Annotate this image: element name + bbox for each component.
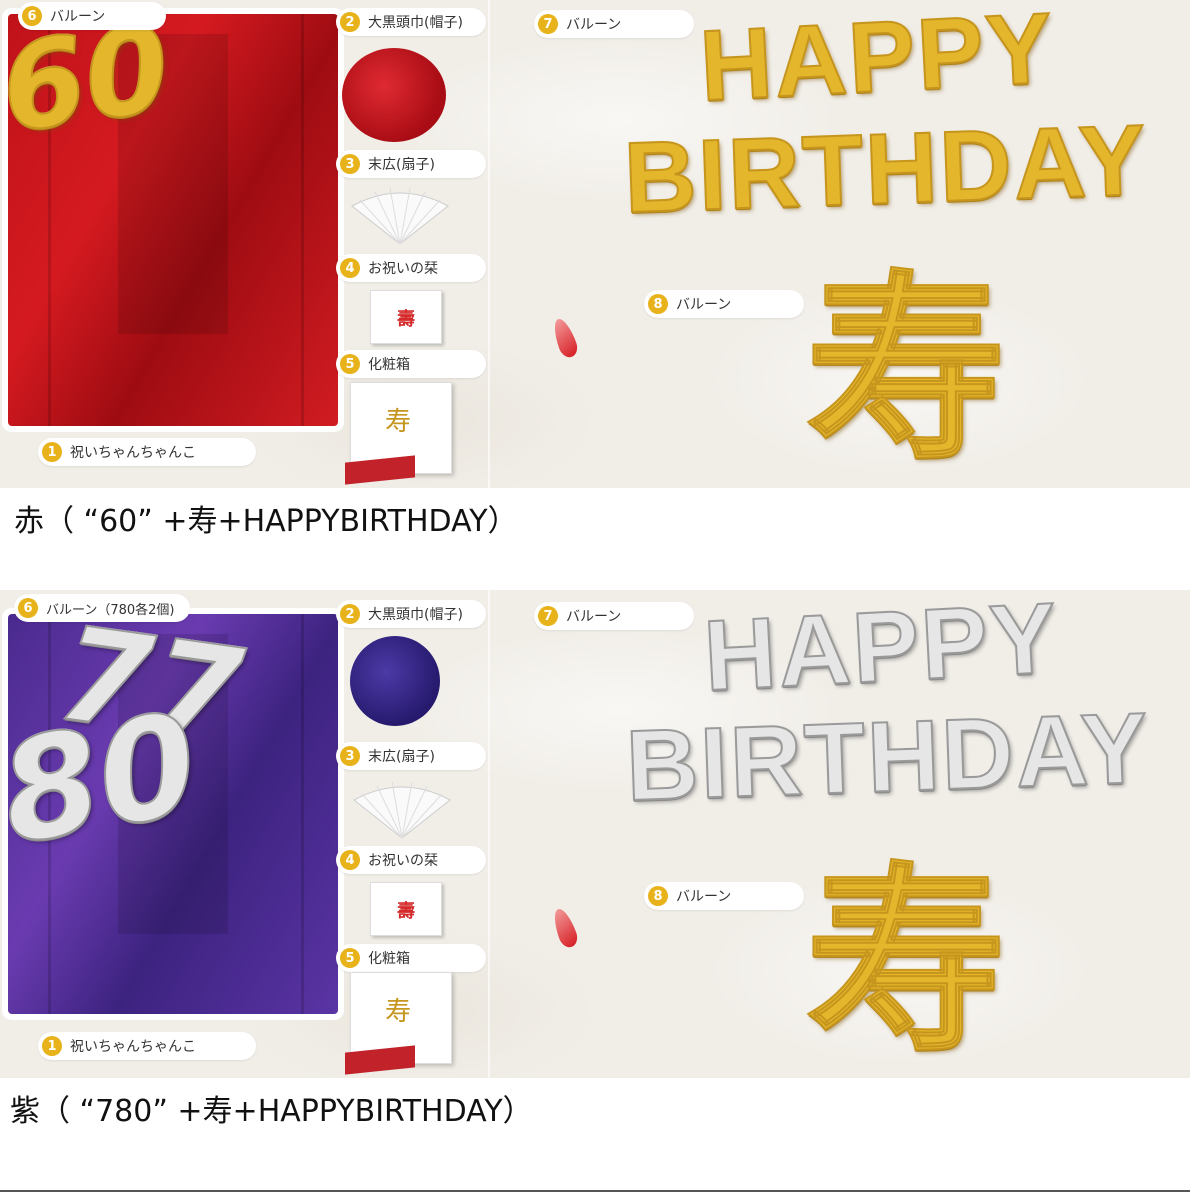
birthday-balloons: BIRTHDAY xyxy=(623,691,1152,823)
gift-box: 寿 xyxy=(345,972,452,1075)
card-kanji: 壽 xyxy=(397,901,415,922)
item-number-badge: 8 xyxy=(648,294,668,314)
item-number-badge: 4 xyxy=(340,258,360,278)
item-label-text: 大黒頭巾(帽子) xyxy=(368,607,463,623)
item-label-balloon-6: 6 バルーン xyxy=(18,2,166,30)
item-number-badge: 5 xyxy=(340,354,360,374)
item-number-badge: 6 xyxy=(22,6,42,26)
item-label-hat: 2 大黒頭巾(帽子) xyxy=(336,8,486,36)
box-kanji: 寿 xyxy=(385,407,412,437)
panel-divider xyxy=(488,0,490,488)
item-label-text: バルーン xyxy=(676,297,732,313)
panel-divider xyxy=(488,590,490,1078)
item-label-box: 5 化粧箱 xyxy=(336,944,486,972)
folding-fan xyxy=(353,781,451,839)
birthday-balloons: BIRTHDAY xyxy=(621,103,1150,235)
item-number-badge: 2 xyxy=(340,604,360,624)
caption-red-set: 赤（ “60” +寿+HAPPYBIRTHDAY） xyxy=(14,504,518,539)
item-label-balloon-7: 7 バルーン xyxy=(534,10,694,38)
item-number-badge: 4 xyxy=(340,850,360,870)
item-label-text: バルーン（780各2個) xyxy=(46,602,175,618)
happy-balloons: HAPPY xyxy=(696,0,1058,123)
number-balloon-80: 80 xyxy=(0,681,210,877)
item-number-badge: 7 xyxy=(538,14,558,34)
item-number-badge: 5 xyxy=(340,948,360,968)
item-number-badge: 2 xyxy=(340,12,360,32)
item-label-text: 末広(扇子) xyxy=(368,157,435,173)
number-balloon-60: 60 xyxy=(0,0,179,161)
card-kanji: 壽 xyxy=(397,309,415,330)
item-label-balloon-8: 8 バルーン xyxy=(644,290,804,318)
item-label-fan: 3 末広(扇子) xyxy=(336,742,486,770)
daikoku-hat-red xyxy=(342,48,446,142)
item-number-badge: 3 xyxy=(340,746,360,766)
kotobuki-balloon: 寿 xyxy=(805,844,1007,1078)
item-label-text: バルーン xyxy=(50,9,106,25)
daikoku-hat-purple xyxy=(350,636,440,726)
item-label-text: 大黒頭巾(帽子) xyxy=(368,15,463,31)
item-number-badge: 1 xyxy=(42,442,62,462)
bottom-divider xyxy=(0,1190,1190,1192)
item-label-text: 化粧箱 xyxy=(368,357,410,373)
item-label-chanchanko: 1 祝いちゃんちゃんこ xyxy=(38,438,256,466)
celebration-card: 壽 xyxy=(370,882,442,936)
box-kanji: 寿 xyxy=(385,997,412,1027)
item-label-balloon-6: 6 バルーン（780各2個) xyxy=(14,594,190,622)
item-label-text: バルーン xyxy=(566,609,622,625)
folding-fan xyxy=(351,187,449,245)
gift-box: 寿 xyxy=(345,382,452,485)
item-number-badge: 8 xyxy=(648,886,668,906)
item-label-chanchanko: 1 祝いちゃんちゃんこ xyxy=(38,1032,256,1060)
item-label-text: バルーン xyxy=(566,17,622,33)
product-image-red: 60 6 バルーン 2 大黒頭巾(帽子) 3 末広(扇子) 4 お祝いの栞 壽 … xyxy=(0,0,1190,488)
caption-purple-set: 紫（ “780” +寿+HAPPYBIRTHDAY） xyxy=(10,1094,533,1129)
item-label-text: 祝いちゃんちゃんこ xyxy=(70,1039,196,1055)
item-label-card: 4 お祝いの栞 xyxy=(336,254,486,282)
item-label-fan: 3 末広(扇子) xyxy=(336,150,486,178)
item-number-badge: 1 xyxy=(42,1036,62,1056)
item-number-badge: 6 xyxy=(18,598,38,618)
item-number-badge: 3 xyxy=(340,154,360,174)
kotobuki-balloon: 寿 xyxy=(805,252,1007,487)
item-label-balloon-7: 7 バルーン xyxy=(534,602,694,630)
item-label-text: お祝いの栞 xyxy=(368,261,438,277)
item-label-card: 4 お祝いの栞 xyxy=(336,846,486,874)
item-label-box: 5 化粧箱 xyxy=(336,350,486,378)
item-label-hat: 2 大黒頭巾(帽子) xyxy=(336,600,486,628)
item-label-text: 化粧箱 xyxy=(368,951,410,967)
item-number-badge: 7 xyxy=(538,606,558,626)
item-label-text: 祝いちゃんちゃんこ xyxy=(70,445,196,461)
celebration-card: 壽 xyxy=(370,290,442,344)
product-image-purple: 77 80 6 バルーン（780各2個) 2 大黒頭巾(帽子) 3 末広(扇子)… xyxy=(0,590,1190,1078)
item-label-text: お祝いの栞 xyxy=(368,853,438,869)
item-label-balloon-8: 8 バルーン xyxy=(644,882,804,910)
item-label-text: バルーン xyxy=(676,889,732,905)
item-label-text: 末広(扇子) xyxy=(368,749,435,765)
